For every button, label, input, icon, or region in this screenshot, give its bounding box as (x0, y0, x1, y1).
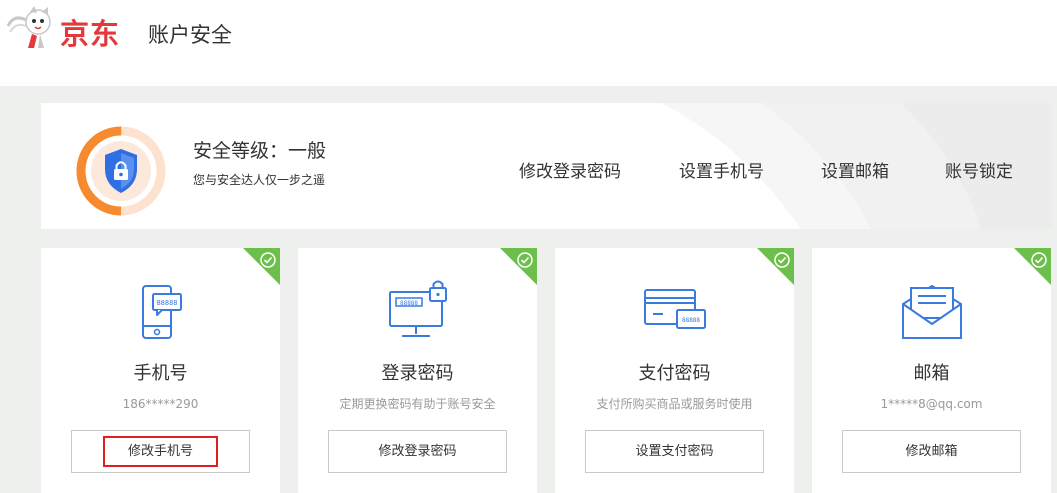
card-title: 支付密码 (638, 363, 711, 384)
button-label: 修改登录密码 (378, 443, 457, 459)
jd-logo-text[interactable]: 京东 (60, 14, 120, 54)
link-change-login-password[interactable]: 修改登录密码 (519, 160, 621, 184)
card-phone: 88888 手机号 186*****290 修改手机号 (41, 248, 280, 493)
change-email-button[interactable]: 修改邮箱 (842, 430, 1021, 473)
bank-cards-icon: 88888 (555, 280, 794, 344)
card-description: 186*****290 (122, 397, 199, 411)
card-email: 邮箱 1*****8@qq.com 修改邮箱 (812, 248, 1051, 493)
phone-message-icon: 88888 (41, 280, 280, 344)
security-gauge-icon (76, 126, 166, 216)
svg-text:88888: 88888 (399, 300, 417, 307)
card-description: 定期更换密码有助于账号安全 (339, 397, 496, 411)
card-description: 支付所购买商品或服务时使用 (596, 397, 753, 411)
set-payment-password-button[interactable]: 设置支付密码 (585, 430, 764, 473)
card-description: 1*****8@qq.com (880, 397, 983, 411)
link-set-email[interactable]: 设置邮箱 (821, 160, 889, 184)
card-title: 邮箱 (913, 363, 950, 384)
change-login-password-button[interactable]: 修改登录密码 (328, 430, 507, 473)
link-lock-account[interactable]: 账号锁定 (945, 160, 1013, 184)
card-title: 登录密码 (381, 363, 454, 384)
monitor-lock-icon: 88888 (298, 280, 537, 344)
button-label: 修改手机号 (127, 443, 193, 459)
button-label: 修改邮箱 (905, 443, 958, 459)
security-level-subtitle: 您与安全达人仅一步之遥 (193, 173, 326, 187)
envelope-icon (812, 280, 1051, 344)
page-header: 京东 账户安全 (0, 0, 1057, 86)
jd-mascot-icon[interactable] (4, 4, 60, 50)
security-level-panel: 安全等级：一般 您与安全达人仅一步之遥 修改登录密码 设置手机号 设置邮箱 账号… (41, 103, 1052, 229)
svg-text:88888: 88888 (156, 299, 177, 307)
link-set-phone[interactable]: 设置手机号 (679, 160, 764, 184)
page-title: 账户安全 (148, 23, 232, 47)
card-payment-password: 88888 支付密码 支付所购买商品或服务时使用 设置支付密码 (555, 248, 794, 493)
change-phone-button[interactable]: 修改手机号 (71, 430, 250, 473)
button-label: 设置支付密码 (635, 443, 714, 459)
card-login-password: 88888 登录密码 定期更换密码有助于账号安全 修改登录密码 (298, 248, 537, 493)
card-title: 手机号 (133, 363, 188, 384)
svg-text:88888: 88888 (681, 317, 699, 324)
security-level-label: 安全等级：一般 (193, 140, 327, 162)
